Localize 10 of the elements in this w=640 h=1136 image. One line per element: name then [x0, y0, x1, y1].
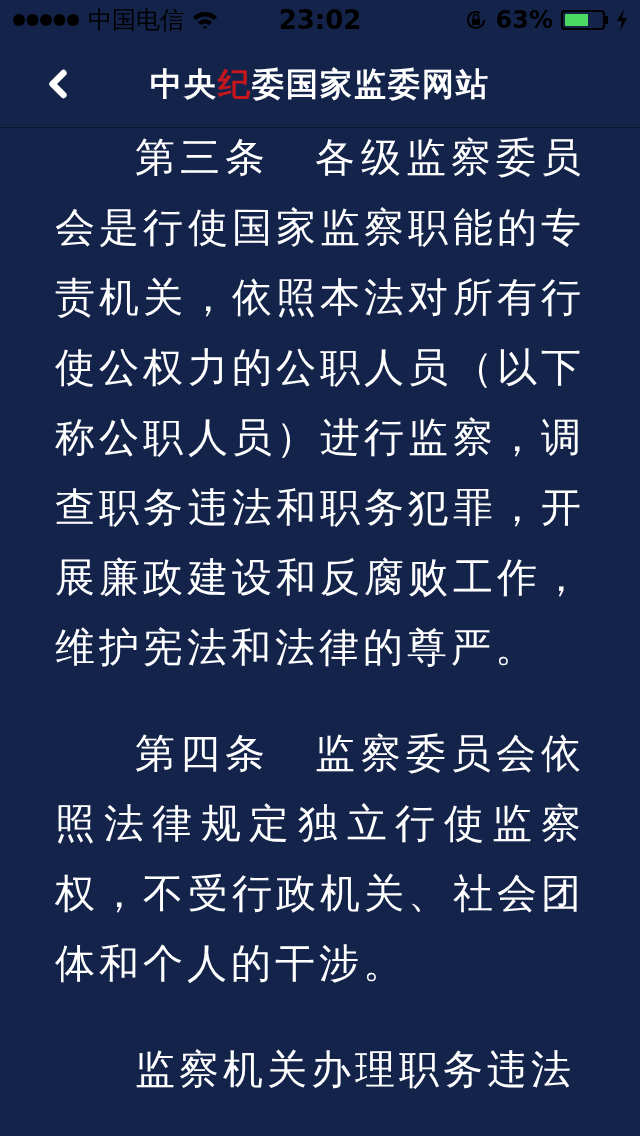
article-paragraph: 监察机关办理职务违法: [134, 1045, 576, 1094]
article-paragraph: 第四条 监察委员会依照法律规定独立行使监察权，不受行政机关、社会团体和个人的干涉。: [55, 729, 585, 988]
article-paragraph: 第三条 各级监察委员会是行使国家监察职能的专责机关，依照本法对所有行使公权力的公职人员（以下称公职人员）进行监察，调查职务违法和职务犯罪，开展廉政建设和反腐败工作，维护宪法和法律的尊严。: [55, 133, 585, 672]
carrier-name: 中国电信: [88, 8, 184, 32]
battery-percent: 63%: [495, 8, 553, 32]
clock-time: 23:02: [278, 7, 362, 33]
wifi-icon: [192, 10, 218, 30]
page-title: 中央纪委国家监委网站: [150, 67, 490, 100]
battery-icon: [561, 10, 608, 30]
signal-icon: [12, 13, 80, 27]
